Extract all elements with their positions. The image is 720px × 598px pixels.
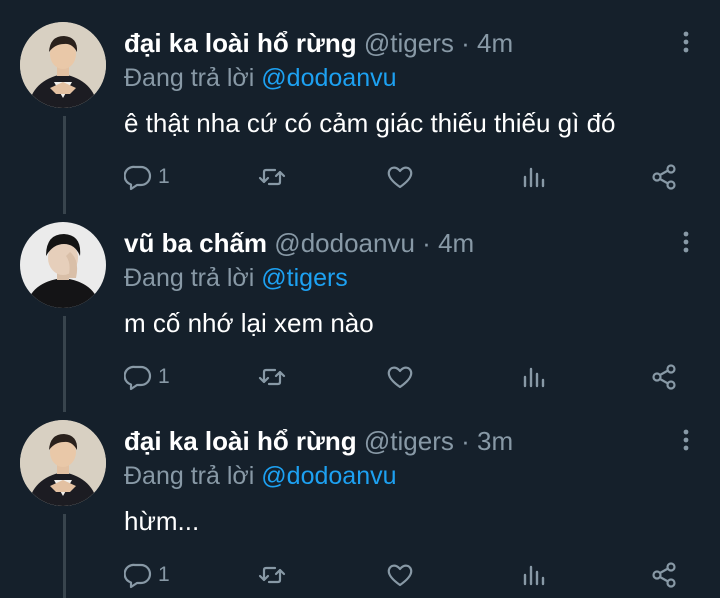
timestamp[interactable]: 3m: [477, 426, 513, 456]
timestamp[interactable]: 4m: [438, 228, 474, 258]
reply-icon: [124, 165, 152, 191]
replying-to-link[interactable]: @tigers: [261, 264, 348, 292]
analytics-button[interactable]: [520, 162, 548, 192]
replying-to-label: Đang trả lời: [124, 264, 255, 292]
reply-count: 1: [158, 165, 170, 188]
heart-icon: [387, 564, 413, 587]
more-options-icon[interactable]: [680, 230, 692, 254]
like-button[interactable]: [386, 560, 414, 590]
avatar[interactable]: [20, 420, 106, 506]
author-handle[interactable]: @tigers: [364, 28, 454, 58]
analytics-icon: [523, 167, 545, 188]
tweet-actions: 1: [124, 162, 684, 192]
share-icon: [652, 164, 676, 190]
more-options-icon[interactable]: [680, 30, 692, 54]
retweet-button[interactable]: [258, 560, 286, 590]
tweet-header: vũ ba chấm @dodoanvu · 4m: [124, 228, 474, 259]
share-button[interactable]: [650, 560, 678, 590]
tweet-text: hừm...: [124, 506, 200, 536]
separator-dot: ·: [461, 426, 470, 456]
reply-icon: [124, 563, 152, 589]
share-icon: [652, 364, 676, 390]
avatar[interactable]: [20, 222, 106, 308]
author-name[interactable]: đại ka loài hổ rừng: [124, 426, 357, 456]
replying-to-link[interactable]: @dodoanvu: [261, 462, 396, 490]
tweet-actions: 1: [124, 560, 684, 590]
tweet[interactable]: đại ka loài hổ rừng @tigers · 3m Đang tr…: [0, 398, 720, 596]
retweet-icon: [258, 368, 286, 386]
heart-icon: [387, 166, 413, 189]
author-handle[interactable]: @tigers: [364, 426, 454, 456]
retweet-button[interactable]: [258, 362, 286, 392]
share-button[interactable]: [650, 162, 678, 192]
reply-button[interactable]: 1: [124, 162, 170, 192]
replying-to: Đang trả lời @dodoanvu: [124, 462, 397, 491]
replying-to-label: Đang trả lời: [124, 462, 255, 490]
like-button[interactable]: [386, 162, 414, 192]
avatar[interactable]: [20, 22, 106, 108]
reply-button[interactable]: 1: [124, 560, 170, 590]
author-name[interactable]: đại ka loài hổ rừng: [124, 28, 357, 58]
tweet[interactable]: vũ ba chấm @dodoanvu · 4m Đang trả lời @…: [0, 200, 720, 398]
replying-to-label: Đang trả lời: [124, 64, 255, 92]
analytics-button[interactable]: [520, 560, 548, 590]
replying-to-link[interactable]: @dodoanvu: [261, 64, 396, 92]
author-name[interactable]: vũ ba chấm: [124, 228, 267, 258]
like-button[interactable]: [386, 362, 414, 392]
tweet-header: đại ka loài hổ rừng @tigers · 3m: [124, 426, 513, 457]
heart-icon: [387, 366, 413, 389]
analytics-icon: [523, 367, 545, 388]
replying-to: Đang trả lời @tigers: [124, 264, 348, 293]
retweet-icon: [258, 566, 286, 584]
share-icon: [652, 562, 676, 588]
tweet-text: m cố nhớ lại xem nào: [124, 308, 374, 338]
retweet-icon: [258, 168, 286, 186]
analytics-button[interactable]: [520, 362, 548, 392]
separator-dot: ·: [422, 228, 431, 258]
reply-button[interactable]: 1: [124, 362, 170, 392]
retweet-button[interactable]: [258, 162, 286, 192]
tweet-text: ê thật nha cứ có cảm giác thiếu thiếu gì…: [124, 108, 616, 138]
tweet[interactable]: đại ka loài hổ rừng @tigers · 4m Đang tr…: [0, 0, 720, 198]
analytics-icon: [523, 565, 545, 586]
timestamp[interactable]: 4m: [477, 28, 513, 58]
tweet-actions: 1: [124, 362, 684, 392]
tweet-header: đại ka loài hổ rừng @tigers · 4m: [124, 28, 513, 59]
reply-icon: [124, 365, 152, 391]
separator-dot: ·: [461, 28, 470, 58]
reply-count: 1: [158, 563, 170, 586]
reply-count: 1: [158, 365, 170, 388]
replying-to: Đang trả lời @dodoanvu: [124, 64, 397, 93]
more-options-icon[interactable]: [680, 428, 692, 452]
author-handle[interactable]: @dodoanvu: [274, 228, 415, 258]
share-button[interactable]: [650, 362, 678, 392]
